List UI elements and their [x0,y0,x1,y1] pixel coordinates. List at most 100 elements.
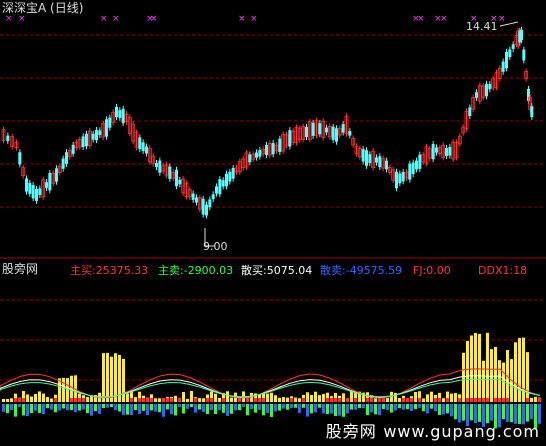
histogram-bar [286,404,289,410]
candle-body [45,182,48,188]
histogram-bar [274,404,277,412]
histogram-bar [450,404,453,417]
candle-body [175,169,178,187]
histogram-bar [122,404,125,415]
candle-body [158,160,162,173]
candle-body [48,172,52,191]
candle-body [91,133,95,140]
histogram-bar [206,404,209,415]
histogram-bar [482,398,485,402]
histogram-bar [34,404,37,411]
candle-body [28,182,32,194]
candle-body [38,188,42,195]
histogram-bar [78,404,81,411]
watermark-cn: 股旁网 [325,422,377,441]
histogram-bar [138,404,141,414]
histogram-bar [74,398,77,402]
histogram-bar [134,397,137,402]
histogram-bar [442,404,445,415]
candle-body [385,160,388,170]
histogram-bar [62,404,65,409]
histogram-bar [226,391,229,402]
histogram-bar [46,404,49,409]
histogram-bar [394,404,397,411]
candle-body [431,144,435,160]
histogram-bar [118,404,121,412]
candle-body [305,126,308,138]
histogram-bar [370,404,373,413]
histogram-bar [390,404,393,413]
histogram-bar [214,393,217,402]
histogram-bar [158,398,161,402]
histogram-bar [386,398,389,402]
histogram-bar [530,397,533,402]
histogram-bar [486,332,489,402]
histogram-bar [494,346,497,402]
histogram-bar [326,404,329,415]
histogram-bar [182,392,185,402]
histogram-bar [270,392,273,402]
histogram-bar [378,404,381,416]
histogram-bar [478,333,481,402]
candle-body [445,148,448,156]
histogram-bar [186,398,189,402]
candle-body [168,166,172,179]
histogram-bar [378,398,381,402]
histogram-bar [474,398,477,402]
retail-buy-label: 散买: [241,264,267,277]
histogram-bar [334,404,337,417]
histogram-bar [418,398,421,402]
histogram-bar [26,394,29,402]
histogram-bar [154,398,157,402]
candle-body [115,106,118,118]
histogram-bar [310,394,313,402]
main-sell-value: -2900.03 [183,264,234,277]
histogram-bar [18,404,21,408]
histogram-bar [290,404,293,409]
candle-body [365,150,368,166]
fj-value: 0.00 [426,264,451,277]
histogram-bar [498,398,501,402]
candle-body [225,173,228,187]
histogram-bar [366,404,369,416]
candle-body [228,171,232,182]
histogram-bar [282,397,285,402]
histogram-bar [130,404,133,415]
low-price-label: 9.00 [203,240,228,253]
histogram-bar [298,398,301,402]
histogram-bar [426,404,429,414]
histogram-bar [326,398,329,402]
candle-body [361,149,365,162]
histogram-bar [146,398,149,402]
histogram-bar [350,404,353,410]
histogram-bar [338,398,341,402]
histogram-bar [386,404,389,411]
histogram-bar [450,393,453,402]
histogram-bar [374,398,377,402]
histogram-bar [430,391,433,402]
histogram-bar [410,398,413,402]
histogram-bar [330,404,333,414]
histogram-bar [218,404,221,411]
histogram-bar [86,396,89,402]
candle-body [138,137,142,150]
histogram-bar [134,404,137,411]
histogram-bar [174,395,177,402]
histogram-bar [126,404,129,415]
histogram-bar [146,404,149,415]
candle-body [108,117,112,128]
histogram-bar [266,393,269,402]
histogram-bar [434,398,437,402]
candle-body [415,160,418,170]
candle-body [95,129,98,141]
histogram-bar [142,398,145,402]
candle-body [258,150,262,157]
candle-body [435,147,438,153]
histogram-bar [434,404,437,412]
histogram-bar [306,392,309,402]
signal-marker: × [150,14,158,24]
candle-body [318,123,322,135]
histogram-bar [282,404,285,409]
histogram-bar [410,404,413,412]
histogram-bar [154,404,157,412]
